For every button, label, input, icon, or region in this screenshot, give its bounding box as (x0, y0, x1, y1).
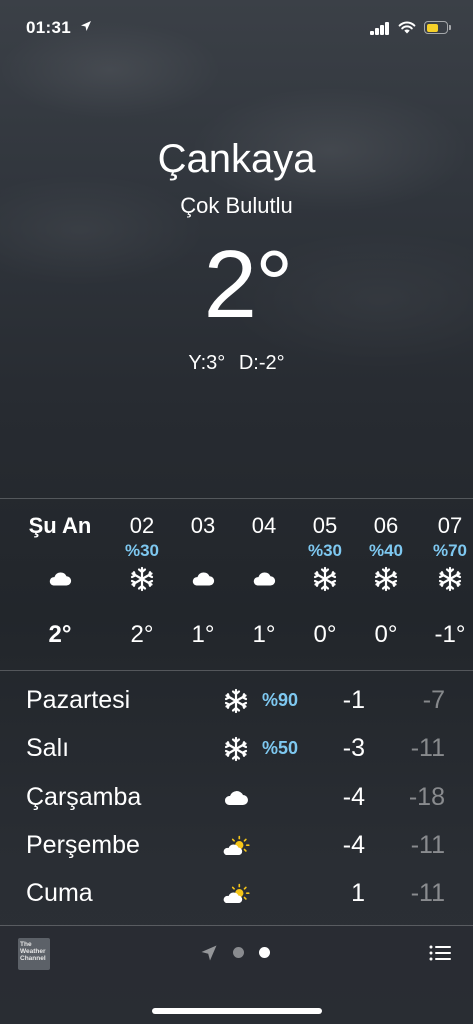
day-low: -11 (410, 879, 445, 907)
day-name: Pazartesi (26, 686, 131, 714)
hour-label: 03 (190, 513, 216, 538)
day-high: -1 (342, 686, 365, 714)
daily-row: Salı %50 -3 -11 (0, 724, 473, 772)
daily-row: Cuma 1 -11 (0, 869, 473, 917)
partly-sunny-icon (222, 833, 250, 859)
precip-chance: %70 (432, 541, 468, 560)
page-dot-2-active[interactable] (259, 947, 270, 958)
daily-row: Pazartesi %90 -1 -7 (0, 676, 473, 724)
hour-label: 05 (312, 513, 338, 538)
precip-chance: %30 (307, 541, 343, 560)
snowflake-icon (129, 566, 155, 592)
page-dot-1[interactable] (233, 947, 244, 958)
day-low: -7 (422, 686, 445, 714)
snowflake-icon (222, 688, 250, 714)
snowflake-icon (312, 566, 338, 592)
low-temp: D:-2° (238, 352, 285, 374)
snowflake-icon (437, 566, 463, 592)
city-list-icon[interactable] (429, 944, 451, 962)
weather-channel-logo[interactable]: The Weather Channel (18, 938, 50, 970)
high-low: Y:3° D:-2° (0, 352, 473, 375)
cloud-icon (222, 785, 250, 811)
day-high: -4 (342, 783, 365, 811)
daily-row: Çarşamba -4 -18 (0, 773, 473, 821)
current-location-icon[interactable] (200, 944, 218, 962)
hour-temp: 1° (252, 621, 276, 648)
cloud-icon (47, 566, 73, 592)
day-name: Salı (26, 734, 70, 762)
partly-sunny-icon (222, 881, 250, 907)
hour-temp: -1° (434, 621, 466, 648)
weather-condition: Çok Bulutlu (180, 193, 293, 218)
day-low: -11 (410, 831, 445, 859)
snowflake-icon (222, 736, 250, 762)
divider-top (0, 498, 473, 499)
precip-chance: %50 (262, 738, 299, 758)
location-arrow-icon (81, 21, 91, 31)
hour-temp: 0° (374, 621, 398, 648)
hour-temp: 2° (48, 621, 72, 648)
battery-nub (449, 25, 451, 30)
daily-row: Perşembe -4 -11 (0, 821, 473, 869)
bottom-toolbar: The Weather Channel (0, 926, 473, 1024)
cellular-signal-icon (370, 21, 392, 35)
current-temperature: 2° (203, 231, 294, 338)
city-name: Çankaya (157, 137, 316, 181)
divider-middle (0, 670, 473, 671)
cloud-icon (190, 566, 216, 592)
hour-label: 06 (373, 513, 399, 538)
home-indicator[interactable] (152, 1008, 322, 1014)
hour-label: 02 (129, 513, 155, 538)
day-name: Cuma (26, 879, 93, 907)
hour-temp: 2° (130, 621, 154, 648)
hour-label: 07 (437, 513, 463, 538)
day-high: -3 (342, 734, 365, 762)
day-low: -11 (410, 734, 445, 762)
hour-temp: 1° (191, 621, 215, 648)
status-bar: 01:31 (0, 0, 473, 56)
snowflake-icon (373, 566, 399, 592)
day-high: -4 (342, 831, 365, 859)
precip-chance: %90 (262, 690, 299, 710)
precip-chance: %40 (368, 541, 404, 560)
day-name: Perşembe (26, 831, 140, 859)
battery-icon (424, 21, 448, 34)
status-time: 01:31 (26, 18, 71, 37)
hourly-forecast[interactable]: Şu An 2° 02 %30 2° 03 1° 04 1° 05 %30 0°… (0, 500, 473, 670)
day-name: Çarşamba (26, 783, 142, 811)
hour-temp: 0° (313, 621, 337, 648)
high-temp: Y:3° (188, 352, 226, 374)
precip-chance: %30 (124, 541, 160, 560)
hour-label: Şu An (28, 513, 92, 538)
hour-label: 04 (251, 513, 277, 538)
cloud-icon (251, 566, 277, 592)
day-high: 1 (351, 879, 365, 907)
day-low: -18 (408, 783, 445, 811)
wifi-icon (398, 21, 416, 34)
